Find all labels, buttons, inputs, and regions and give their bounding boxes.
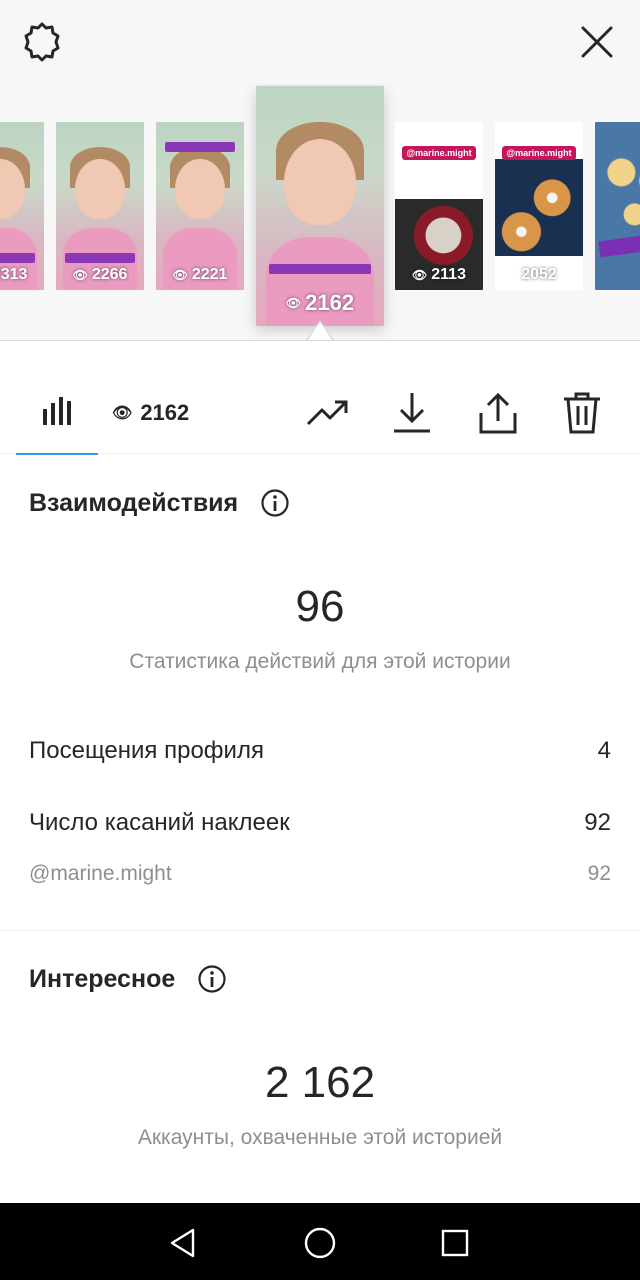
- mention-sticker-value: 92: [587, 862, 611, 885]
- recents-square-icon: [441, 1229, 469, 1257]
- views-count-value: 2162: [140, 400, 190, 425]
- settings-button[interactable]: [18, 18, 66, 66]
- story-thumbnail-selected[interactable]: 👁 2162: [256, 86, 384, 326]
- story-toolbar: 👁 2162: [0, 340, 640, 455]
- story-thumbnail[interactable]: @marine.might 2052: [495, 122, 583, 290]
- eye-icon: 👁: [285, 296, 302, 310]
- interactions-total: 96: [295, 582, 345, 631]
- thumbnail-views: 👁 2266: [72, 266, 128, 283]
- android-nav-bar: [0, 1203, 640, 1280]
- download-icon: [394, 393, 430, 433]
- mention-sticker-label[interactable]: @marine.might: [29, 862, 172, 886]
- eye-icon: 👁: [112, 405, 133, 422]
- sticker-taps-value: 92: [584, 809, 611, 836]
- share-icon: [479, 392, 517, 434]
- section-interactions: Взаимодействия: [29, 488, 290, 518]
- sticker-taps-label: Число касаний наклеек: [29, 809, 290, 836]
- download-button[interactable]: [388, 389, 436, 437]
- thumbnail-tag: @marine.might: [502, 145, 576, 160]
- reach-total: 2 162: [264, 1058, 376, 1107]
- reach-subtitle: Аккаунты, охваченные этой историей: [137, 1126, 503, 1149]
- eye-icon: 👁: [172, 268, 188, 282]
- nav-home-button[interactable]: [300, 1223, 340, 1263]
- thumbnail-views: 👁 2113: [412, 266, 466, 283]
- active-tab-indicator: [16, 453, 98, 455]
- promote-button[interactable]: [304, 389, 352, 437]
- story-thumbnail[interactable]: 👁2313: [0, 122, 44, 290]
- trending-up-icon: [306, 400, 348, 426]
- bar-chart-icon: [43, 397, 71, 425]
- story-thumbnail[interactable]: [595, 122, 640, 290]
- interactions-subtitle: Статистика действий для этой истории: [129, 650, 511, 673]
- thumbnail-views: 👁 2221: [172, 266, 228, 283]
- section-discovery: Интересное: [29, 964, 227, 994]
- thumbnail-views: 👁 2162: [285, 290, 355, 315]
- back-triangle-icon: [170, 1228, 195, 1258]
- story-thumbnail[interactable]: 👁 2266: [56, 122, 144, 290]
- share-button[interactable]: [474, 389, 522, 437]
- info-icon[interactable]: [260, 488, 290, 518]
- section-title: Интересное: [29, 964, 176, 993]
- trash-icon: [564, 392, 600, 434]
- nav-back-button[interactable]: [163, 1223, 203, 1263]
- close-button[interactable]: [573, 18, 621, 66]
- home-circle-icon: [304, 1227, 336, 1259]
- eye-icon: 👁: [412, 268, 428, 282]
- info-icon[interactable]: [197, 964, 227, 994]
- delete-button[interactable]: [558, 389, 606, 437]
- thumbnail-views: 👁2313: [0, 266, 28, 283]
- story-thumbnail-strip[interactable]: 👁2313 👁2266 👁2221 👁2162 @marine.might 👁2…: [0, 84, 640, 344]
- thumbnail-views: 2052: [521, 266, 557, 283]
- close-icon: [581, 26, 613, 58]
- tab-insights[interactable]: [16, 381, 98, 455]
- story-thumbnail[interactable]: 👁 2221: [156, 122, 244, 290]
- nav-recents-button[interactable]: [435, 1223, 475, 1263]
- section-title: Взаимодействия: [29, 488, 239, 517]
- eye-icon: 👁: [72, 268, 88, 282]
- story-thumbnail[interactable]: @marine.might 👁 2113: [395, 122, 483, 290]
- gear-icon: [24, 22, 60, 62]
- profile-visits-value: 4: [597, 737, 611, 764]
- section-divider: [0, 930, 640, 931]
- thumbnail-tag: @marine.might: [402, 145, 476, 160]
- profile-visits-label: Посещения профиля: [29, 737, 264, 764]
- selection-pointer-fill: [308, 322, 332, 340]
- views-count: 👁 2162: [112, 393, 189, 433]
